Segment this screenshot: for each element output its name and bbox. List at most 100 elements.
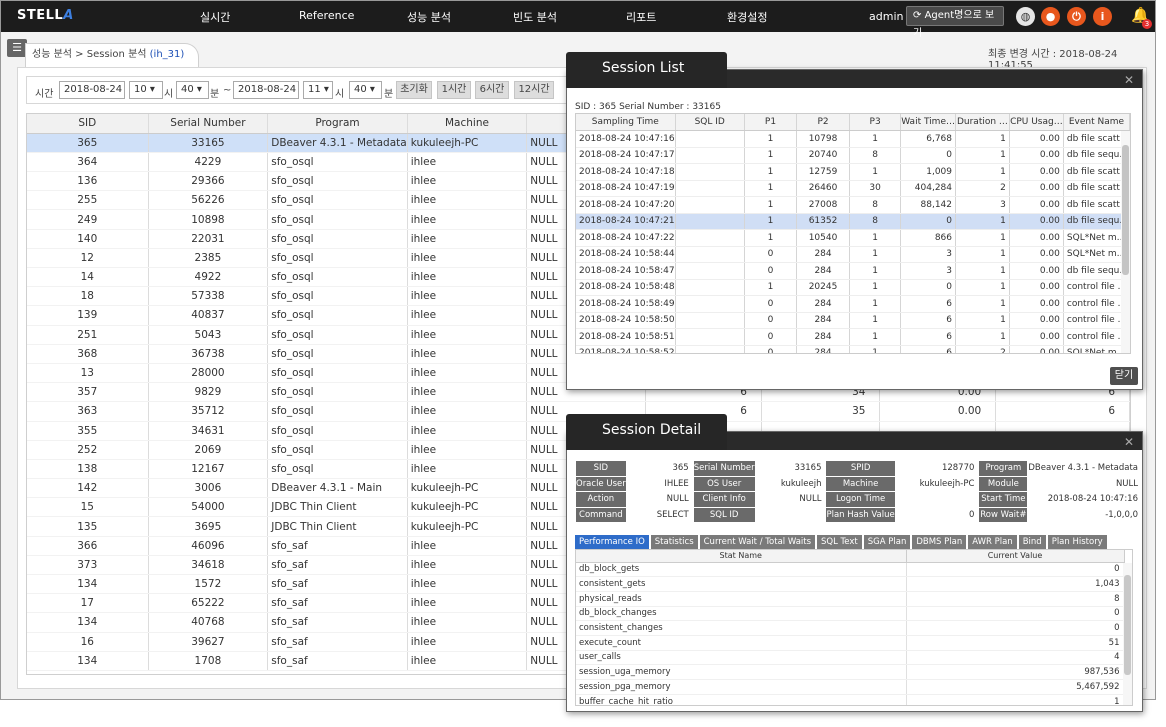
list-row[interactable]: 2018-08-24 10:58:48 1 20245 1 0 1 0.00 control … <box>576 279 1130 296</box>
power-icon[interactable]: ⏻ <box>1067 7 1086 26</box>
end-hour-select[interactable]: 11 ▾ <box>303 81 333 99</box>
detail-row: SID 365 Serial Number 33165 SPID 128770 Progra… <box>575 460 1142 477</box>
list-row[interactable]: 2018-08-24 10:47:22 1 10540 1 866 1 0.00 SQL*Ne… <box>576 229 1130 247</box>
detail-tab[interactable]: Performance IO <box>575 535 649 549</box>
column-header[interactable]: Stat Name <box>576 550 907 563</box>
close-icon[interactable]: ✕ <box>1124 435 1134 449</box>
close-button[interactable]: 닫기 <box>1110 367 1138 385</box>
stat-row[interactable]: user_calls 4 <box>576 650 1125 666</box>
list-cell <box>675 213 745 230</box>
nav-realtime[interactable]: 실시간 <box>200 9 230 25</box>
list-cell: 866 <box>900 229 956 247</box>
table-cell: 368 <box>27 344 149 364</box>
column-header[interactable]: Event Name <box>1063 114 1130 131</box>
detail-label: OS User <box>692 475 756 492</box>
list-row[interactable]: 2018-08-24 10:47:17 1 20740 8 0 1 0.00 db file … <box>576 147 1130 164</box>
column-header[interactable]: Duration … <box>955 114 1010 131</box>
detail-tab[interactable]: AWR Plan <box>968 535 1017 549</box>
nav-frequency-analysis[interactable]: 빈도 분석 <box>513 9 557 25</box>
stat-row[interactable]: physical_reads 8 <box>576 591 1125 607</box>
list-cell: 6 <box>900 312 956 329</box>
info-icon[interactable]: i <box>1093 7 1112 26</box>
start-hour-select[interactable]: 10 ▾ <box>129 81 163 99</box>
column-header[interactable]: P2 <box>796 114 850 131</box>
list-row[interactable]: 2018-08-24 10:47:16 1 10798 1 6,768 1 0.00 db f… <box>576 130 1130 148</box>
scrollbar-thumb[interactable] <box>1122 145 1129 275</box>
scrollbar-thumb[interactable] <box>1124 575 1131 675</box>
nav-performance-analysis[interactable]: 성능 분석 <box>407 9 451 25</box>
logo[interactable]: STELLA <box>17 8 74 23</box>
detail-tab[interactable]: SQL Text <box>817 535 862 549</box>
list-cell <box>675 262 745 280</box>
6-hour-button[interactable]: 6시간 <box>475 81 509 99</box>
stat-row[interactable]: session_uga_memory 987,536 <box>576 664 1125 680</box>
list-row[interactable]: 2018-08-24 10:58:44 0 284 1 3 1 0.00 SQL*Net m… <box>576 246 1130 263</box>
column-header[interactable]: P3 <box>849 114 902 131</box>
list-row[interactable]: 2018-08-24 10:47:20 1 27008 8 88,142 3 0.00 db … <box>576 196 1130 214</box>
list-cell: 20245 <box>796 279 850 296</box>
detail-tab[interactable]: Current Wait / Total Waits <box>699 535 816 549</box>
stat-row[interactable]: execute_count 51 <box>576 635 1125 651</box>
list-cell: db file scatt… <box>1063 130 1130 148</box>
detail-tab[interactable]: Plan History <box>1047 535 1107 549</box>
list-cell: 2018-08-24 10:58:44 <box>576 246 676 263</box>
table-cell: sfo_saf <box>267 555 408 576</box>
stat-row[interactable]: db_block_changes 0 <box>576 606 1125 622</box>
list-row[interactable]: 2018-08-24 10:58:51 0 284 1 6 1 0.00 control fi… <box>576 328 1130 346</box>
globe-icon[interactable]: ◍ <box>1016 7 1035 26</box>
session-list-table: Sampling Time SQL ID P1 P2 P3 Wait Time… Durat… <box>576 114 1130 353</box>
user-profile-icon[interactable]: ● <box>1041 7 1060 26</box>
column-header[interactable]: CPU Usag… <box>1009 114 1064 131</box>
detail-tab[interactable]: Bind <box>1018 535 1046 549</box>
table-cell: sfo_saf <box>267 632 408 652</box>
detail-tab[interactable]: Statistics <box>650 535 698 549</box>
1-hour-button[interactable]: 1시간 <box>437 81 471 99</box>
list-row[interactable]: 2018-08-24 10:47:21 1 61352 8 0 1 0.00 db file … <box>576 213 1130 230</box>
stat-row[interactable]: consistent_gets 1,043 <box>576 576 1125 592</box>
menu-toggle-icon[interactable]: ☰ <box>7 39 27 57</box>
nav-settings[interactable]: 환경설정 <box>727 9 767 25</box>
end-date-input[interactable]: 2018-08-24 <box>233 81 299 99</box>
list-row[interactable]: 2018-08-24 10:58:50 0 284 1 6 1 0.00 control fi… <box>576 312 1130 329</box>
column-header[interactable]: Serial Number <box>148 114 269 134</box>
stat-row[interactable]: buffer_cache_hit_ratio 1 <box>576 694 1125 705</box>
nav-report[interactable]: 리포트 <box>626 9 656 25</box>
stat-row[interactable]: session_pga_memory 5,467,592 <box>576 679 1125 695</box>
column-header[interactable]: Wait Time… <box>900 114 956 131</box>
detail-label: Plan Hash Value <box>825 506 896 523</box>
list-row[interactable]: 2018-08-24 10:58:47 0 284 1 3 1 0.00 db file se… <box>576 262 1130 280</box>
column-header[interactable]: Sampling Time <box>576 114 676 131</box>
column-header[interactable]: P1 <box>744 114 798 131</box>
agent-view-button[interactable]: ⟳ Agent명으로 보기 <box>906 6 1004 39</box>
close-icon[interactable]: ✕ <box>1124 73 1134 87</box>
list-row[interactable]: 2018-08-24 10:47:19 1 26460 30 404,284 2 0.00 d… <box>576 180 1130 197</box>
session-list-scrollbar[interactable] <box>1121 131 1130 353</box>
list-row[interactable]: 2018-08-24 10:47:18 1 12759 1 1,009 1 0.00 db f… <box>576 163 1130 181</box>
list-row[interactable]: 2018-08-24 10:58:52 0 284 1 6 2 0.00 SQL*Net m… <box>576 345 1130 353</box>
reset-button[interactable]: 초기화 <box>396 81 432 99</box>
detail-label: Program <box>978 460 1029 477</box>
12-hour-button[interactable]: 12시간 <box>514 81 554 99</box>
detail-tab[interactable]: DBMS Plan <box>912 535 967 549</box>
column-header[interactable]: Current Value <box>906 550 1125 563</box>
list-cell: 6 <box>900 328 956 346</box>
column-header[interactable]: SQL ID <box>675 114 745 131</box>
start-date-input[interactable]: 2018-08-24 <box>59 81 125 99</box>
column-header[interactable]: Program <box>267 114 408 134</box>
list-cell: 10798 <box>796 130 850 148</box>
detail-label: Machine <box>825 475 896 492</box>
stat-row[interactable]: db_block_gets 0 <box>576 562 1125 578</box>
list-cell: 2018-08-24 10:47:19 <box>576 180 676 197</box>
stat-row[interactable]: consistent_changes 0 <box>576 620 1125 636</box>
end-minute-select[interactable]: 40 ▾ <box>349 81 382 99</box>
stat-scrollbar[interactable] <box>1123 563 1132 705</box>
nav-reference[interactable]: Reference <box>299 9 354 22</box>
column-header[interactable]: SID <box>27 114 149 134</box>
list-cell: 3 <box>900 246 956 263</box>
column-header[interactable]: Machine <box>407 114 528 134</box>
list-row[interactable]: 2018-08-24 10:58:49 0 284 1 6 1 0.00 control fi… <box>576 295 1130 313</box>
detail-tab[interactable]: SGA Plan <box>863 535 911 549</box>
list-cell: 1 <box>744 213 798 230</box>
table-cell: 0.00 <box>879 401 997 422</box>
start-minute-select[interactable]: 40 ▾ <box>176 81 209 99</box>
